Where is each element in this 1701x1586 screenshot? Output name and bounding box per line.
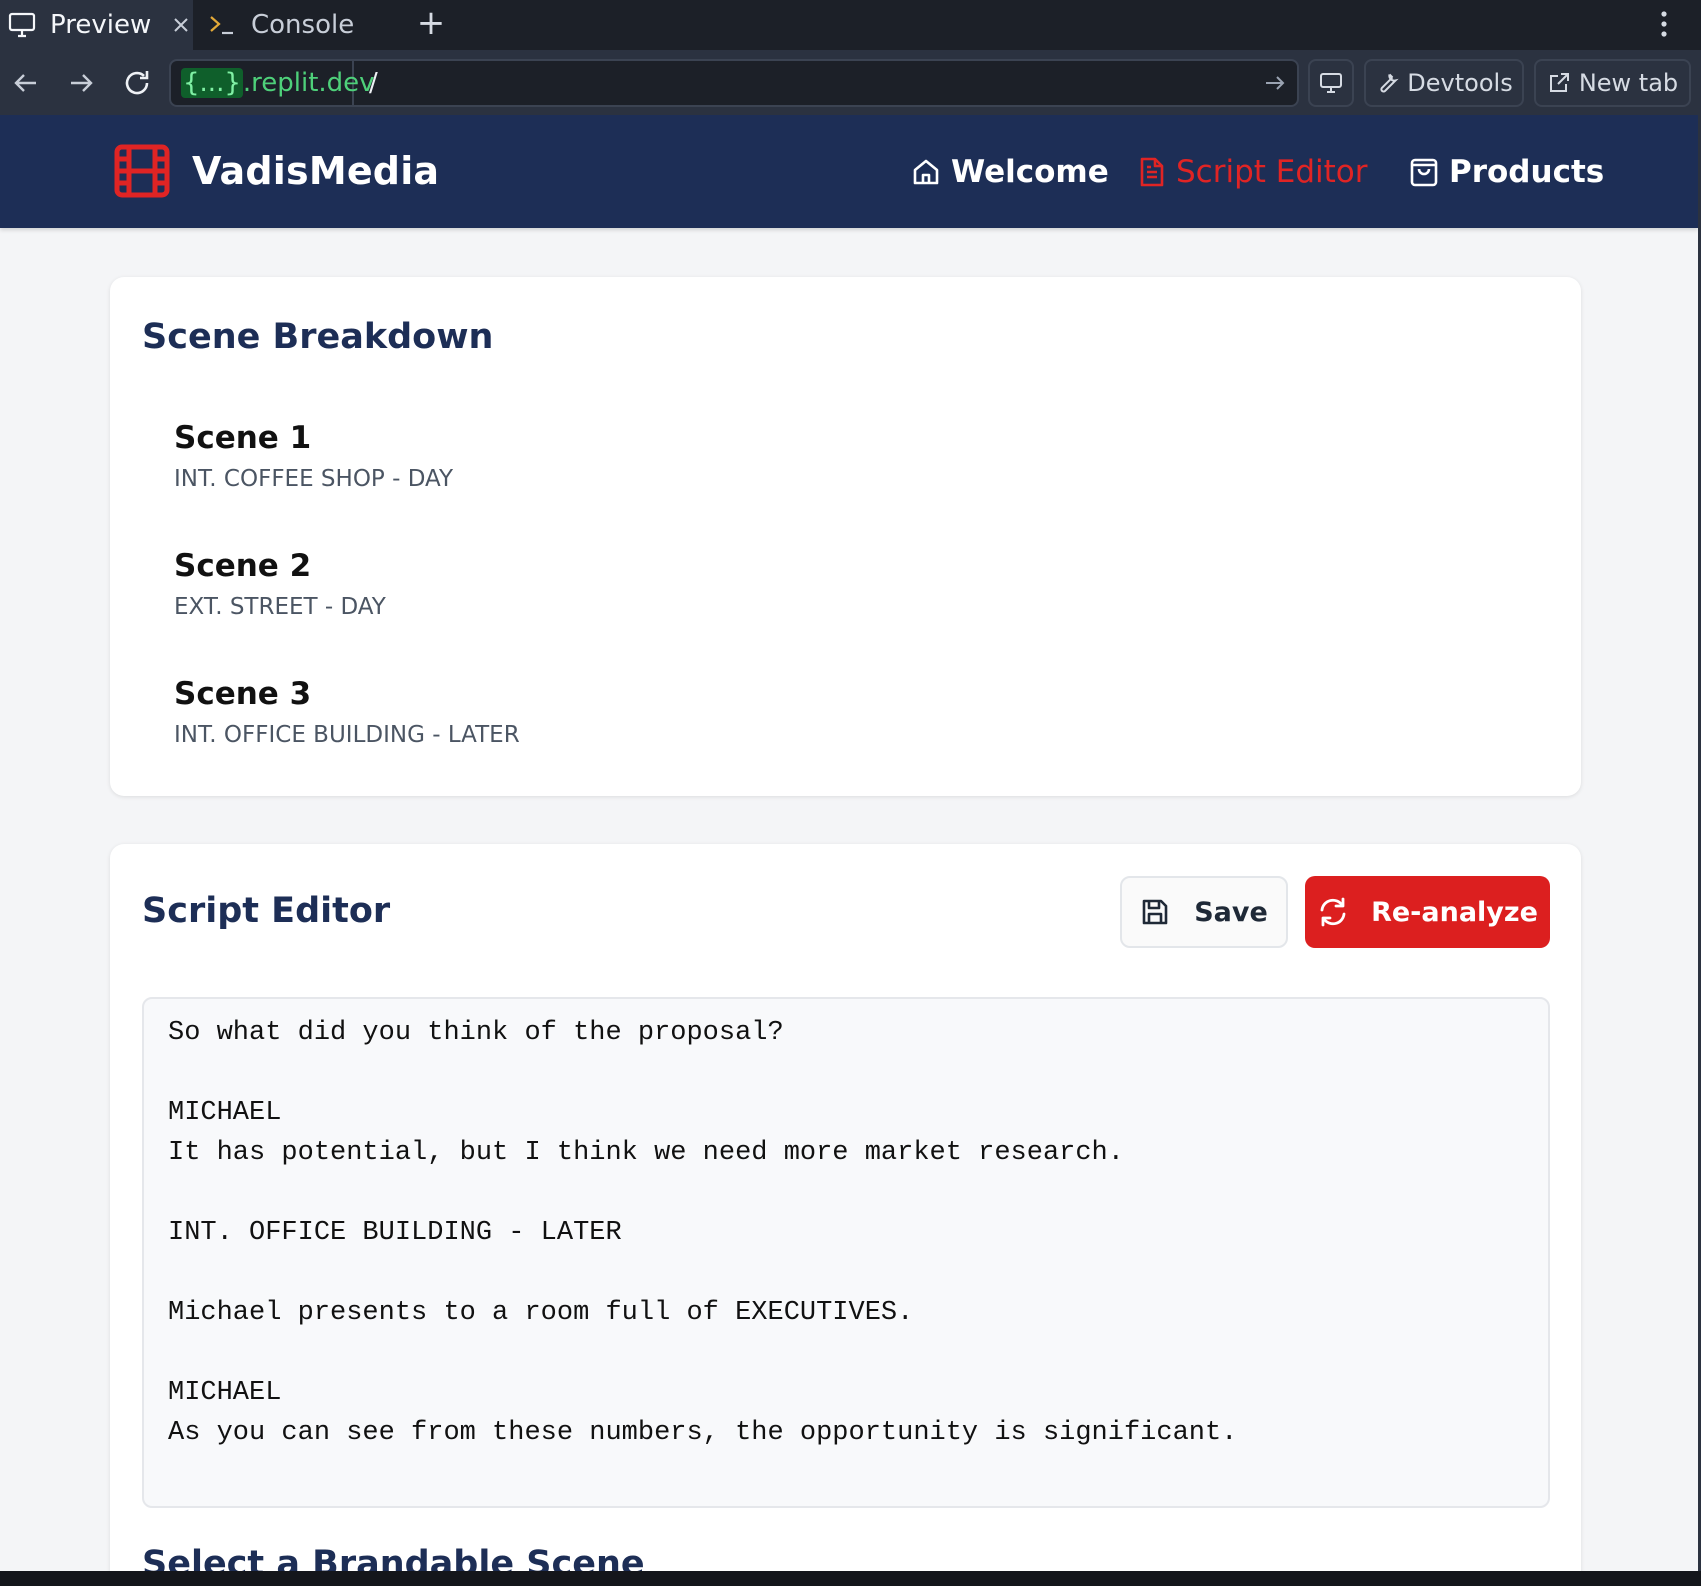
forward-arrow-icon[interactable] <box>63 65 99 101</box>
film-icon <box>114 144 170 198</box>
ide-tab-bar: Preview Console + <box>0 0 1701 50</box>
script-line <box>168 1333 1524 1373</box>
url-input[interactable]: {...} .replit.dev / <box>169 59 1299 107</box>
script-editor-card: Script Editor Save Re-analyze So what di… <box>110 844 1581 1571</box>
bottom-edge <box>0 1571 1701 1586</box>
scene-heading: EXT. STREET - DAY <box>174 594 386 620</box>
script-line <box>168 1253 1524 1293</box>
document-icon <box>1138 156 1166 188</box>
reload-icon[interactable] <box>119 65 155 101</box>
save-button[interactable]: Save <box>1120 876 1288 948</box>
nav-welcome-label: Welcome <box>951 153 1109 190</box>
script-line <box>168 1053 1524 1093</box>
shopping-bag-icon <box>1409 156 1439 188</box>
go-arrow-icon[interactable] <box>1263 71 1287 95</box>
url-host-suffix: .replit.dev <box>242 68 375 98</box>
scene-item[interactable]: Scene 1 INT. COFFEE SHOP - DAY <box>174 420 453 492</box>
open-new-tab-button[interactable]: New tab <box>1534 59 1691 107</box>
brandable-scene-title: Select a Brandable Scene <box>142 1544 645 1571</box>
script-line: As you can see from these numbers, the o… <box>168 1418 1238 1448</box>
script-textarea[interactable]: So what did you think of the proposal? M… <box>142 997 1550 1508</box>
scene-item[interactable]: Scene 2 EXT. STREET - DAY <box>174 548 386 620</box>
preview-address-bar: {...} .replit.dev / Devtools New tab <box>0 50 1701 115</box>
brand[interactable]: VadisMedia <box>114 144 439 198</box>
script-line: Michael presents to a room full of EXECU… <box>168 1298 914 1328</box>
terminal-icon <box>209 14 235 36</box>
save-icon <box>1140 897 1170 927</box>
script-line: So what did you think of the proposal? <box>168 1018 784 1048</box>
script-line: MICHAEL <box>168 1098 282 1128</box>
scene-breakdown-title: Scene Breakdown <box>142 317 494 357</box>
tab-console[interactable]: Console <box>193 0 397 50</box>
nav-products[interactable]: Products <box>1409 115 1604 228</box>
add-tab-button[interactable]: + <box>412 5 450 43</box>
more-options-icon[interactable] <box>1654 5 1674 43</box>
app-header: VadisMedia Welcome Script Editor Product… <box>0 115 1698 228</box>
devtools-label: Devtools <box>1407 69 1513 97</box>
scene-item[interactable]: Scene 3 INT. OFFICE BUILDING - LATER <box>174 676 520 748</box>
scene-title: Scene 1 <box>174 420 312 456</box>
nav-script-editor[interactable]: Script Editor <box>1138 115 1368 228</box>
nav-script-editor-label: Script Editor <box>1176 153 1368 190</box>
script-line: MICHAEL <box>168 1378 282 1408</box>
url-path: / <box>369 68 378 98</box>
scene-title: Scene 3 <box>174 676 312 712</box>
devtools-button[interactable]: Devtools <box>1364 59 1524 107</box>
tab-preview[interactable]: Preview <box>0 0 193 50</box>
app-viewport: VadisMedia Welcome Script Editor Product… <box>0 115 1698 1571</box>
new-tab-label: New tab <box>1578 69 1679 97</box>
refresh-icon <box>1317 896 1349 928</box>
reanalyze-label: Re-analyze <box>1371 896 1538 928</box>
device-toggle-button[interactable] <box>1308 59 1354 107</box>
monitor-icon <box>1319 72 1343 94</box>
scene-heading: INT. COFFEE SHOP - DAY <box>174 466 454 492</box>
tab-console-label: Console <box>251 10 355 40</box>
nav-welcome[interactable]: Welcome <box>911 115 1109 228</box>
nav-products-label: Products <box>1449 153 1605 190</box>
home-icon <box>911 157 941 187</box>
save-label: Save <box>1194 896 1268 928</box>
external-link-icon <box>1547 71 1571 95</box>
script-line: It has potential, but I think we need mo… <box>168 1138 1124 1168</box>
reanalyze-button[interactable]: Re-analyze <box>1305 876 1550 948</box>
wrench-icon <box>1375 71 1399 95</box>
script-editor-title: Script Editor <box>142 891 391 931</box>
back-arrow-icon[interactable] <box>8 65 44 101</box>
scene-heading: INT. OFFICE BUILDING - LATER <box>174 722 520 748</box>
close-icon[interactable] <box>173 17 189 33</box>
monitor-icon <box>8 12 36 38</box>
brand-name: VadisMedia <box>192 149 440 193</box>
url-host: {...} .replit.dev <box>171 61 375 105</box>
scene-title: Scene 2 <box>174 548 312 584</box>
script-line <box>168 1173 1524 1213</box>
script-line: INT. OFFICE BUILDING - LATER <box>168 1218 622 1248</box>
url-host-prefix: {...} <box>181 68 243 98</box>
scene-breakdown-card: Scene Breakdown Scene 1 INT. COFFEE SHOP… <box>110 277 1581 796</box>
tab-preview-label: Preview <box>50 10 152 40</box>
